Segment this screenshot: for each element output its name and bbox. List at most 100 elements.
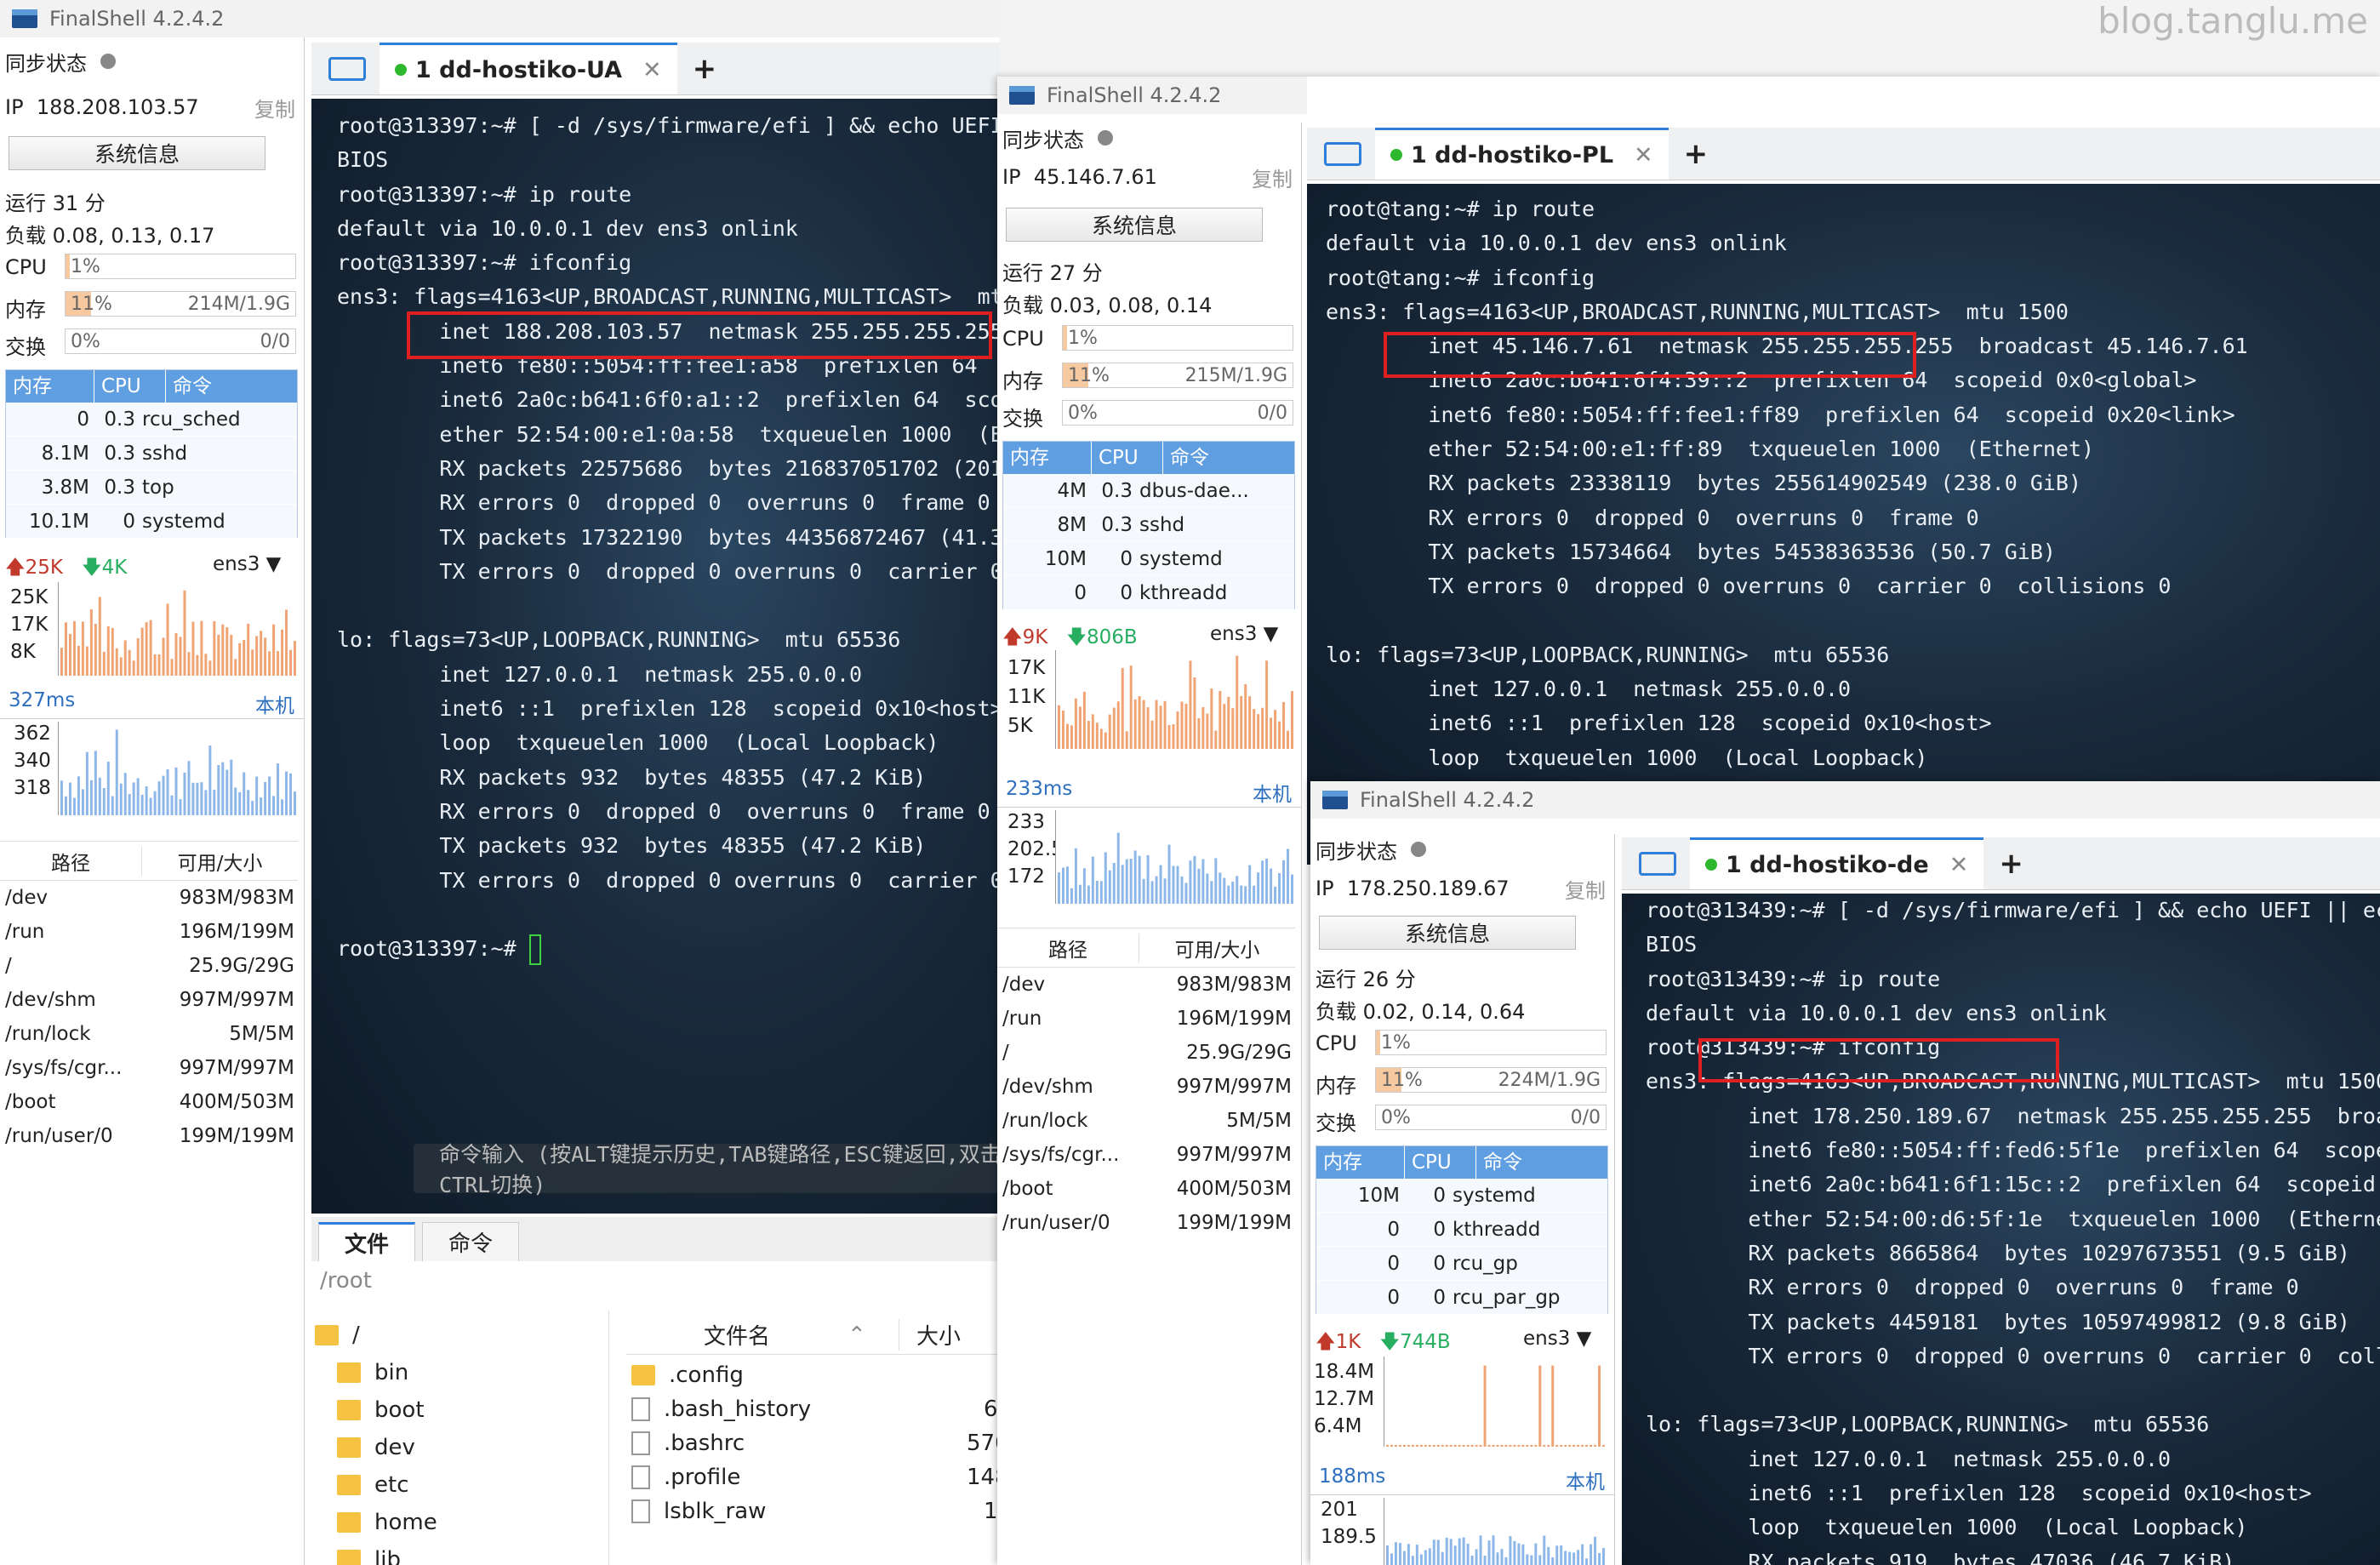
folder-icon (315, 1325, 339, 1345)
ip-value: 178.250.189.67 (1346, 877, 1510, 900)
table-row[interactable]: /dev 983M/983M (0, 881, 298, 915)
table-row[interactable]: 0 0.3 rcu_sched (6, 403, 297, 437)
tree-item[interactable]: lib (337, 1547, 401, 1565)
table-row[interactable]: /run/user/0 199M/199M (997, 1206, 1295, 1240)
chart-bar (179, 637, 182, 676)
tab-commands[interactable]: 命令 (422, 1222, 520, 1261)
table-row[interactable]: /run/lock 5M/5M (0, 1017, 298, 1051)
table-row[interactable]: 8.1M 0.3 sshd (6, 437, 297, 471)
table-row[interactable]: /dev/shm 997M/997M (0, 983, 298, 1017)
list-item[interactable]: lsblk_raw 1 (631, 1494, 998, 1528)
table-row[interactable]: 10M 0 systemd (1003, 542, 1294, 576)
uptime: 运行 31 分 (5, 191, 106, 215)
add-tab-button[interactable]: + (1999, 847, 2023, 881)
title-bar[interactable]: FinalShell 4.2.4.2 (0, 0, 1000, 37)
command-input[interactable]: 命令输入 (按ALT键提示历史,TAB键路径,ESC键返回,双击CTRL切换) (414, 1142, 1000, 1197)
title-bar[interactable]: FinalShell 4.2.4.2 (1310, 781, 2380, 819)
add-tab-button[interactable]: + (693, 52, 717, 86)
chart-bar (1479, 1535, 1482, 1565)
chart-bar (94, 751, 97, 815)
tab-files[interactable]: 文件 (318, 1222, 416, 1261)
terminal[interactable]: root@313439:~# [ -d /sys/firmware/efi ] … (1622, 894, 2380, 1565)
list-item[interactable]: .profile148 (631, 1460, 1000, 1494)
ping-target[interactable]: 本机 (1253, 778, 1292, 807)
table-row[interactable]: /25.9G/29G (997, 1036, 1295, 1070)
table-row[interactable]: 10M 0 systemd (1316, 1179, 1607, 1213)
iface-select[interactable]: ens3 ▼ (213, 553, 281, 575)
iface-select[interactable]: ens3 ▼ (1523, 1328, 1591, 1350)
table-row[interactable]: /dev/shm 997M/997M (997, 1070, 1295, 1104)
tab-session-ua[interactable]: 1 dd-hostiko-UA ✕ (380, 43, 677, 94)
chart-bar (230, 759, 233, 815)
system-info-button[interactable]: 系统信息 (9, 136, 265, 170)
list-item[interactable]: .bashrc570 (631, 1426, 1000, 1460)
col-mem[interactable]: 内存 (1003, 442, 1092, 474)
tree-item[interactable]: home (337, 1510, 437, 1535)
tree-item[interactable]: dev (337, 1435, 415, 1460)
current-path[interactable]: /root (320, 1268, 372, 1294)
table-row[interactable]: 0 0 kthreadd (1316, 1213, 1607, 1247)
iface-select[interactable]: ens3 ▼ (1210, 623, 1278, 645)
table-row[interactable]: /run 196M/199M (997, 1002, 1295, 1036)
title-bar[interactable]: FinalShell 4.2.4.2 (997, 77, 1307, 114)
col-cmd[interactable]: 命令 (166, 370, 294, 403)
add-tab-button[interactable]: + (1684, 137, 1709, 171)
tab-session-de[interactable]: 1 dd-hostiko-de ✕ (1690, 837, 1984, 889)
col-path[interactable]: 路径 (997, 934, 1139, 962)
terminal[interactable]: root@tang:~# ip route default via 10.0.0… (1307, 184, 2380, 865)
chart-bar (208, 745, 212, 815)
col-cpu[interactable]: CPU (1405, 1146, 1476, 1179)
chart-bar (1564, 1551, 1567, 1565)
tree-item[interactable]: / (315, 1322, 360, 1348)
table-row[interactable]: 10.1M 0 systemd (6, 505, 297, 539)
col-cmd[interactable]: 命令 (1476, 1146, 1604, 1179)
table-row[interactable]: /sys/fs/cgr... 997M/997M (0, 1051, 298, 1085)
table-row[interactable]: /sys/fs/cgr... 997M/997M (997, 1138, 1295, 1172)
table-row[interactable]: /run 196M/199M (0, 915, 298, 949)
table-row[interactable]: /boot 400M/503M (0, 1085, 298, 1119)
system-info-button[interactable]: 系统信息 (1006, 208, 1263, 242)
close-icon[interactable]: ✕ (1949, 852, 1969, 878)
table-row[interactable]: /dev 983M/983M (997, 968, 1295, 1002)
terminal[interactable]: root@313397:~# [ -d /sys/firmware/efi ] … (311, 99, 1000, 1214)
table-row[interactable]: 8M 0.3 sshd (1003, 508, 1294, 542)
tree-item[interactable]: boot (337, 1397, 425, 1423)
col-cpu[interactable]: CPU (94, 370, 166, 403)
list-item[interactable]: .config (631, 1358, 997, 1392)
col-cpu[interactable]: CPU (1092, 442, 1163, 474)
col-cmd[interactable]: 命令 (1163, 442, 1291, 474)
close-icon[interactable]: ✕ (642, 57, 662, 83)
tree-item[interactable]: etc (337, 1472, 409, 1498)
col-path[interactable]: 路径 (0, 847, 141, 876)
copy-ip-button[interactable]: 复制 (1252, 163, 1293, 192)
chart-bar (213, 620, 216, 676)
table-row[interactable]: /boot 400M/503M (997, 1172, 1295, 1206)
table-row[interactable]: 4M 0.3 dbus-dae... (1003, 474, 1294, 508)
table-row[interactable]: 0 0 rcu_par_gp (1316, 1281, 1607, 1315)
copy-ip-button[interactable]: 复制 (1565, 874, 1606, 904)
col-avail[interactable]: 可用/大小 (1139, 933, 1295, 962)
tab-session-pl[interactable]: 1 dd-hostiko-PL ✕ (1375, 128, 1669, 180)
copy-ip-button[interactable]: 复制 (254, 93, 295, 123)
chart-bar (1551, 1556, 1555, 1565)
folder-icon[interactable] (1324, 141, 1361, 166)
tree-item[interactable]: bin (337, 1360, 408, 1385)
table-row[interactable]: /25.9G/29G (0, 949, 298, 983)
system-info-button[interactable]: 系统信息 (1319, 916, 1576, 950)
folder-icon[interactable] (328, 56, 366, 81)
col-filename[interactable]: 文件名 (626, 1319, 848, 1351)
col-mem[interactable]: 内存 (6, 370, 94, 403)
close-icon[interactable]: ✕ (1634, 142, 1653, 168)
list-item[interactable]: .bash_history 6 (631, 1392, 998, 1426)
col-avail[interactable]: 可用/大小 (141, 846, 298, 876)
col-size[interactable]: 大小 (899, 1319, 961, 1351)
table-row[interactable]: 0 0 rcu_gp (1316, 1247, 1607, 1281)
col-mem[interactable]: 内存 (1316, 1146, 1405, 1179)
table-row[interactable]: /run/user/0 199M/199M (0, 1119, 298, 1153)
ping-target[interactable]: 本机 (255, 689, 294, 718)
table-row[interactable]: 3.8M 0.3 top (6, 471, 297, 505)
ping-target[interactable]: 本机 (1566, 1465, 1605, 1494)
table-row[interactable]: /run/lock 5M/5M (997, 1104, 1295, 1138)
folder-icon[interactable] (1639, 851, 1676, 876)
table-row[interactable]: 0 0 kthreadd (1003, 576, 1294, 610)
